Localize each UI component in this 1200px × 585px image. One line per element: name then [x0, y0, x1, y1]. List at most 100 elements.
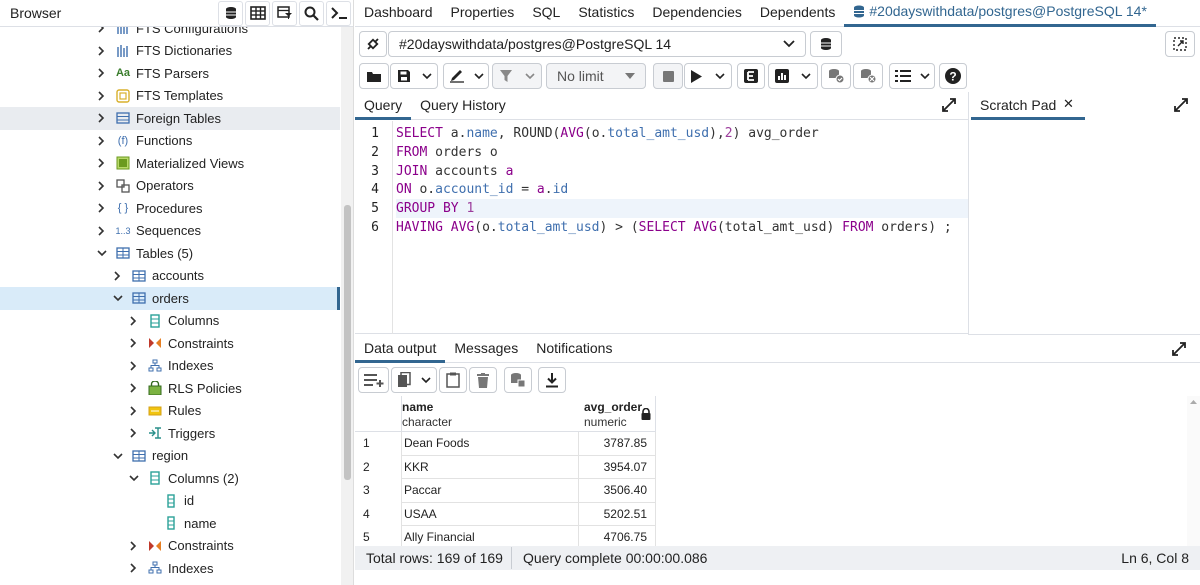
tree-item-functions[interactable]: (f) Functions	[0, 130, 340, 153]
name-cell[interactable]: USAA	[402, 502, 579, 526]
psql-tool-button[interactable]	[326, 0, 351, 26]
chevron-right-icon[interactable]	[97, 113, 109, 123]
maximize-editor-button[interactable]	[942, 98, 956, 112]
tree-item-region[interactable]: region	[0, 445, 340, 468]
tree-item-constraints[interactable]: Constraints	[0, 332, 340, 355]
tree-item-fts-templates[interactable]: FTS Templates	[0, 85, 340, 108]
code-line[interactable]: SELECT a.name, ROUND(AVG(o.total_amt_usd…	[396, 124, 819, 143]
tree-item-fts-parsers[interactable]: Aa FTS Parsers	[0, 62, 340, 85]
chevron-right-icon[interactable]	[129, 383, 141, 393]
code-line[interactable]: FROM orders o	[396, 143, 498, 162]
explain-button[interactable]	[737, 63, 765, 89]
tab-sql[interactable]: SQL	[523, 0, 569, 27]
add-row-button[interactable]	[358, 367, 389, 393]
tree-item-foreign-tables[interactable]: Foreign Tables	[0, 107, 340, 130]
filter-button[interactable]	[492, 63, 542, 89]
code-line[interactable]: GROUP BY 1	[396, 199, 968, 219]
open-file-button[interactable]	[359, 63, 389, 89]
chevron-right-icon[interactable]	[97, 91, 109, 101]
column-header-avg-order[interactable]: avg_order numeric	[579, 396, 656, 432]
tree-item-columns[interactable]: Columns	[0, 310, 340, 333]
delete-button[interactable]	[469, 367, 497, 393]
chevron-right-icon[interactable]	[129, 541, 141, 551]
tab-dependents[interactable]: Dependents	[751, 0, 845, 27]
query-tool-button[interactable]	[218, 0, 243, 26]
tree-item-fts-dictionaries[interactable]: FTS Dictionaries	[0, 40, 340, 63]
search-objects-button[interactable]	[299, 0, 324, 26]
name-cell[interactable]: Paccar	[402, 479, 579, 503]
chevron-right-icon[interactable]	[129, 406, 141, 416]
tab-query[interactable]: Query	[355, 92, 412, 120]
table-row[interactable]: 2 KKR 3954.07	[355, 455, 656, 479]
new-window-button[interactable]	[1165, 31, 1195, 57]
connection-status-button[interactable]	[359, 31, 387, 57]
chevron-down-icon[interactable]	[113, 294, 125, 302]
stop-button[interactable]	[653, 63, 683, 89]
chevron-right-icon[interactable]	[97, 46, 109, 56]
tab-query-tool[interactable]: #20dayswithdata/postgres@PostgreSQL 14*	[844, 0, 1156, 27]
save-data-button[interactable]	[504, 367, 532, 393]
tab-dashboard[interactable]: Dashboard	[355, 0, 442, 27]
tree-item-materialized-views[interactable]: Materialized Views	[0, 152, 340, 175]
tab-dependencies[interactable]: Dependencies	[643, 0, 751, 27]
sql-editor[interactable]: 123456 SELECT a.name, ROUND(AVG(o.total_…	[355, 121, 968, 334]
avg-order-cell[interactable]: 3787.85	[579, 432, 656, 456]
maximize-scratch-button[interactable]	[1174, 98, 1188, 112]
tree-item-columns-2[interactable]: Columns (2)	[0, 467, 340, 490]
tab-properties[interactable]: Properties	[442, 0, 524, 27]
chevron-down-icon[interactable]	[129, 474, 141, 482]
avg-order-cell[interactable]: 3954.07	[579, 455, 656, 479]
tree-item-accounts[interactable]: accounts	[0, 265, 340, 288]
tab-messages[interactable]: Messages	[445, 335, 527, 363]
tab-statistics[interactable]: Statistics	[569, 0, 643, 27]
grid-scrollbar[interactable]	[1187, 396, 1200, 546]
avg-order-cell[interactable]: 4706.75	[579, 526, 656, 546]
tree-item-operators[interactable]: Operators	[0, 175, 340, 198]
table-row[interactable]: 4 USAA 5202.51	[355, 502, 656, 526]
table-row[interactable]: 3 Paccar 3506.40	[355, 479, 656, 503]
chevron-right-icon[interactable]	[113, 271, 125, 281]
tree-item-indexes[interactable]: Indexes	[0, 557, 340, 580]
tree-item-procedures[interactable]: { } Procedures	[0, 197, 340, 220]
table-row[interactable]: 1 Dean Foods 3787.85	[355, 432, 656, 456]
edit-button[interactable]	[443, 63, 489, 89]
name-cell[interactable]: Dean Foods	[402, 432, 579, 456]
chevron-right-icon[interactable]	[97, 203, 109, 213]
limit-select[interactable]: No limit	[546, 63, 646, 89]
scratch-pad-textarea[interactable]	[969, 121, 1200, 334]
tree-item-orders[interactable]: orders	[0, 287, 340, 310]
name-cell[interactable]: KKR	[402, 455, 579, 479]
chevron-right-icon[interactable]	[129, 338, 141, 348]
code-line[interactable]: ON o.account_id = a.id	[396, 180, 568, 199]
chevron-down-icon[interactable]	[113, 452, 125, 460]
close-icon[interactable]: ✕	[1063, 91, 1074, 117]
chevron-right-icon[interactable]	[129, 316, 141, 326]
help-button[interactable]: ?	[939, 63, 967, 89]
chevron-right-icon[interactable]	[97, 27, 109, 33]
tab-query-history[interactable]: Query History	[411, 92, 515, 120]
tree-item-triggers[interactable]: Triggers	[0, 422, 340, 445]
avg-order-cell[interactable]: 3506.40	[579, 479, 656, 503]
download-button[interactable]	[538, 367, 566, 393]
chevron-right-icon[interactable]	[97, 181, 109, 191]
save-file-button[interactable]	[390, 63, 438, 89]
tree-item-indexes[interactable]: Indexes	[0, 355, 340, 378]
chevron-right-icon[interactable]	[97, 226, 109, 236]
table-row[interactable]: 5 Ally Financial 4706.75	[355, 526, 656, 546]
explain-analyze-button[interactable]	[768, 63, 818, 89]
execute-button[interactable]	[684, 63, 732, 89]
copy-button[interactable]	[391, 367, 437, 393]
new-connection-button[interactable]	[810, 31, 842, 57]
chevron-right-icon[interactable]	[97, 68, 109, 78]
chevron-right-icon[interactable]	[97, 158, 109, 168]
tab-data-output[interactable]: Data output	[355, 335, 446, 363]
tree-item-name[interactable]: name	[0, 512, 340, 535]
chevron-right-icon[interactable]	[129, 563, 141, 573]
chevron-right-icon[interactable]	[129, 361, 141, 371]
connection-select[interactable]: #20dayswithdata/postgres@PostgreSQL 14	[388, 31, 806, 57]
avg-order-cell[interactable]: 5202.51	[579, 502, 656, 526]
tree-item-rules[interactable]: Rules	[0, 400, 340, 423]
tree-item-constraints[interactable]: Constraints	[0, 535, 340, 558]
tree-item-fts-configurations[interactable]: FTS Configurations	[0, 27, 340, 40]
tree-scrollbar[interactable]	[341, 27, 353, 585]
